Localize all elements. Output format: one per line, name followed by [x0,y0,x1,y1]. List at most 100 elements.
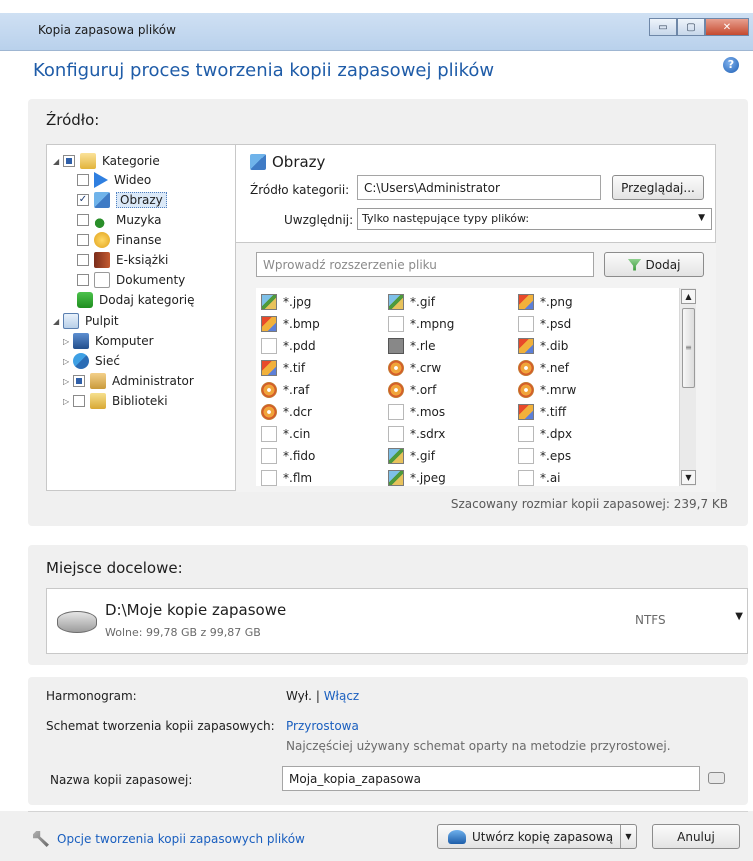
destination-selector[interactable]: D:\Moje kopie zapasowe Wolne: 99,78 GB z… [46,588,748,654]
extension-scrollbar[interactable]: ▲ ≡ ▼ [679,288,696,486]
list-item[interactable]: *.bmp [261,314,320,334]
list-item[interactable]: *.jpg [261,292,311,312]
list-item[interactable]: *.dpx [518,424,572,444]
tree-item-administrator[interactable]: ▷ Administrator [63,371,194,391]
extension-label: *.flm [283,471,313,485]
extension-label: *.orf [410,383,437,397]
tree-item-pulpit[interactable]: ◢ Pulpit [53,311,119,331]
chevron-down-icon[interactable]: ▼ [620,825,636,848]
list-item[interactable]: *.psd [518,314,571,334]
finance-icon [94,232,110,248]
browse-button[interactable]: Przeglądaj... [612,175,704,200]
list-item[interactable]: *.rle [388,336,435,356]
category-title-text: Obrazy [272,153,326,171]
expand-icon[interactable]: ▷ [63,357,73,366]
scroll-down-icon[interactable]: ▼ [681,470,696,485]
backup-icon [448,829,466,844]
list-item[interactable]: *.orf [388,380,436,400]
backup-options-label: Opcje tworzenia kopii zapasowych plików [57,832,305,846]
list-item[interactable]: *.gif [388,446,435,466]
chevron-down-icon: ▼ [698,213,705,223]
collapse-icon[interactable]: ◢ [53,317,63,326]
checkbox-biblioteki[interactable] [73,395,85,407]
source-panel: Źródło: ◢ Kategorie Wideo ✓ Obrazy Muzyk… [28,99,748,526]
close-button[interactable]: ✕ [705,18,749,36]
collapse-icon[interactable]: ◢ [53,157,63,166]
source-category-label: Źródło kategorii: [250,183,350,197]
tree-item-dokumenty[interactable]: Dokumenty [77,270,185,290]
checkbox-kategorie[interactable] [63,155,75,167]
list-item[interactable]: *.eps [518,446,571,466]
list-item[interactable]: *.fido [261,446,315,466]
tree-item-siec[interactable]: ▷ Sieć [63,351,120,371]
tree-item-obrazy[interactable]: ✓ Obrazy [77,190,167,210]
schedule-enable-link[interactable]: Włącz [324,689,360,703]
tree-item-finanse[interactable]: Finanse [77,230,162,250]
help-icon[interactable]: ? [723,57,739,73]
scroll-thumb[interactable]: ≡ [682,308,695,388]
add-extension-button[interactable]: Dodaj [604,252,704,277]
category-details: Obrazy Źródło kategorii: C:\Users\Admini… [236,144,716,492]
tree-item-komputer[interactable]: ▷ Komputer [63,331,154,351]
extension-input[interactable]: Wprowadź rozszerzenie pliku [256,252,594,277]
list-item[interactable]: *.tif [261,358,305,378]
include-dropdown[interactable]: Tylko następujące typy plików: ▼ [357,208,712,230]
list-item[interactable]: *.raf [261,380,309,400]
chevron-down-icon[interactable]: ▼ [735,611,743,622]
options-panel: Harmonogram: Wył. | Włącz Schemat tworze… [28,677,748,805]
ebook-icon [94,252,110,268]
list-item[interactable]: *.nef [518,358,569,378]
wrench-icon [33,831,49,847]
checkbox-administrator[interactable] [73,375,85,387]
list-item[interactable]: *.jpeg [388,468,446,486]
checkbox-wideo[interactable] [77,174,89,186]
file-icon [261,448,277,464]
destination-panel: Miejsce docelowe: D:\Moje kopie zapasowe… [28,545,748,665]
user-folder-icon [90,373,106,389]
checkbox-ebooki[interactable] [77,254,89,266]
checkbox-finanse[interactable] [77,234,89,246]
tree-item-wideo[interactable]: Wideo [77,170,151,190]
tree-item-ebooki[interactable]: E-książki [77,250,168,270]
list-item[interactable]: *.gif [388,292,435,312]
list-item[interactable]: *.tiff [518,402,566,422]
list-item[interactable]: *.pdd [261,336,316,356]
maximize-button[interactable]: ▢ [677,18,705,36]
create-backup-label: Utwórz kopię zapasową [472,829,614,844]
checkbox-muzyka[interactable] [77,214,89,226]
minimize-button[interactable]: ▭ [649,18,677,36]
list-item[interactable]: *.flm [261,468,312,486]
source-path-field[interactable]: C:\Users\Administrator [357,175,601,200]
tree-item-muzyka[interactable]: Muzyka [77,210,161,230]
add-category-item[interactable]: Dodaj kategorię [77,290,195,310]
extension-label: *.tiff [540,405,567,419]
tree-item-biblioteki[interactable]: ▷ Biblioteki [63,391,168,411]
list-item[interactable]: *.dcr [261,402,312,422]
checkbox-obrazy[interactable]: ✓ [77,194,89,206]
list-item[interactable]: *.mos [388,402,445,422]
expand-icon[interactable]: ▷ [63,377,73,386]
list-item[interactable]: *.sdrx [388,424,445,444]
expand-icon[interactable]: ▷ [63,397,73,406]
checkbox-dokumenty[interactable] [77,274,89,286]
list-item[interactable]: *.crw [388,358,441,378]
cancel-button[interactable]: Anuluj [652,824,740,849]
list-item[interactable]: *.cin [261,424,310,444]
title-bar: Kopia zapasowa plików ▭ ▢ ✕ [0,13,753,51]
list-item[interactable]: *.dib [518,336,568,356]
create-backup-button[interactable]: Utwórz kopię zapasową ▼ [437,824,637,849]
list-item[interactable]: *.mrw [518,380,576,400]
list-item[interactable]: *.ai [518,468,561,486]
scheme-link[interactable]: Przyrostowa [286,719,359,733]
image-file-icon [261,316,277,332]
backup-options-link[interactable]: Opcje tworzenia kopii zapasowych plików [33,831,305,847]
schedule-separator: | [315,689,320,703]
backup-name-field[interactable]: Moja_kopia_zapasowa [282,766,700,791]
scroll-up-icon[interactable]: ▲ [681,289,696,304]
list-item[interactable]: *.png [518,292,573,312]
tree-item-kategorie[interactable]: ◢ Kategorie [53,151,160,171]
extension-label: *.dcr [283,405,312,419]
comment-icon[interactable] [708,772,725,784]
list-item[interactable]: *.mpng [388,314,454,334]
expand-icon[interactable]: ▷ [63,337,73,346]
